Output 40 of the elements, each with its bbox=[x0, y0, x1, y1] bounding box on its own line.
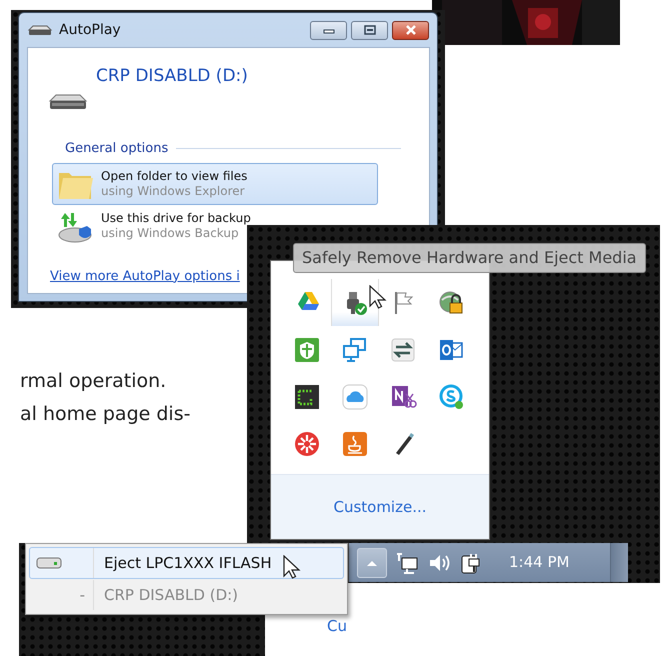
burst-icon bbox=[293, 430, 321, 458]
option-subtitle: using Windows Backup bbox=[101, 226, 240, 240]
tray-icon-button[interactable] bbox=[331, 279, 379, 326]
drive-label: CRP DISABLD (D:) bbox=[96, 65, 248, 88]
close-button[interactable] bbox=[392, 20, 429, 40]
monitors-icon bbox=[341, 336, 369, 364]
cup-icon bbox=[341, 430, 369, 458]
network-icon[interactable] bbox=[395, 550, 419, 574]
menu-item-label: Eject LPC1XXX IFLASH bbox=[103, 552, 272, 574]
drive-icon bbox=[36, 556, 62, 570]
body-text: al home page dis- bbox=[20, 405, 192, 424]
maximize-icon bbox=[364, 25, 376, 35]
globe-lock-icon bbox=[437, 288, 465, 316]
close-icon bbox=[404, 25, 416, 35]
drive-icon bbox=[48, 92, 88, 112]
window-title: AutoPlay bbox=[59, 20, 121, 40]
autoplay-option[interactable]: Open folder to view files using Windows Explorer bbox=[52, 162, 378, 204]
option-subtitle: using Windows Explorer bbox=[101, 184, 246, 198]
eject-menu-item[interactable]: Eject LPC1XXX IFLASH bbox=[29, 547, 344, 579]
dash-mark: - bbox=[78, 584, 86, 606]
option-title: Open folder to view files bbox=[101, 169, 248, 184]
up-arrow-icon bbox=[366, 558, 378, 566]
drive-icon bbox=[27, 23, 53, 37]
terminal-icon bbox=[293, 382, 321, 410]
more-options-link[interactable]: View more AutoPlay options i bbox=[50, 266, 240, 286]
cloud-icon bbox=[341, 382, 369, 410]
menu-item-label: CRP DISABLD (D:) bbox=[103, 584, 238, 606]
option-title: Use this drive for backup bbox=[101, 211, 251, 226]
arrows-icon bbox=[389, 336, 417, 364]
chat-icon bbox=[437, 382, 465, 410]
minimize-button[interactable] bbox=[310, 20, 347, 40]
maximize-button[interactable] bbox=[351, 20, 388, 40]
cursor-icon bbox=[369, 285, 387, 310]
body-text: rmal operation. bbox=[20, 372, 168, 391]
shield-icon bbox=[293, 336, 321, 364]
section-heading: General options bbox=[65, 140, 168, 158]
customize-link[interactable]: Customize... bbox=[333, 496, 427, 518]
show-hidden-icons-button[interactable] bbox=[357, 548, 387, 578]
tooltip: Safely Remove Hardware and Eject Media bbox=[293, 243, 646, 273]
cursor-icon bbox=[283, 555, 301, 580]
